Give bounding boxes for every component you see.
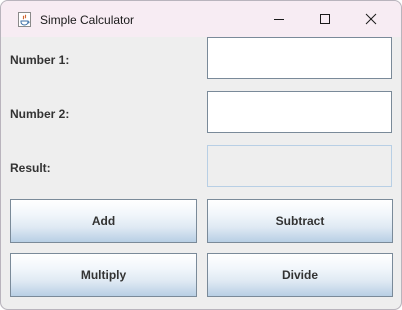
subtract-button[interactable]: Subtract: [207, 199, 393, 243]
window-title: Simple Calculator: [40, 13, 135, 27]
add-button[interactable]: Add: [10, 199, 197, 243]
maximize-icon: [320, 14, 330, 24]
calculator-window: Simple Calculator Number 1: Number 2: Re…: [0, 0, 402, 310]
result-label: Result:: [10, 161, 51, 175]
number2-label: Number 2:: [10, 107, 70, 121]
close-icon: [365, 13, 377, 25]
number1-input[interactable]: [207, 37, 392, 79]
number1-label: Number 1:: [10, 53, 70, 67]
java-app-icon: [18, 12, 31, 27]
minimize-icon: [274, 19, 284, 20]
number2-input[interactable]: [207, 91, 392, 133]
close-button[interactable]: [348, 1, 394, 37]
title-bar[interactable]: Simple Calculator: [1, 1, 401, 37]
minimize-button[interactable]: [256, 1, 302, 37]
multiply-button[interactable]: Multiply: [10, 253, 197, 297]
divide-button[interactable]: Divide: [207, 253, 393, 297]
result-field: [207, 145, 392, 187]
maximize-button[interactable]: [302, 1, 348, 37]
